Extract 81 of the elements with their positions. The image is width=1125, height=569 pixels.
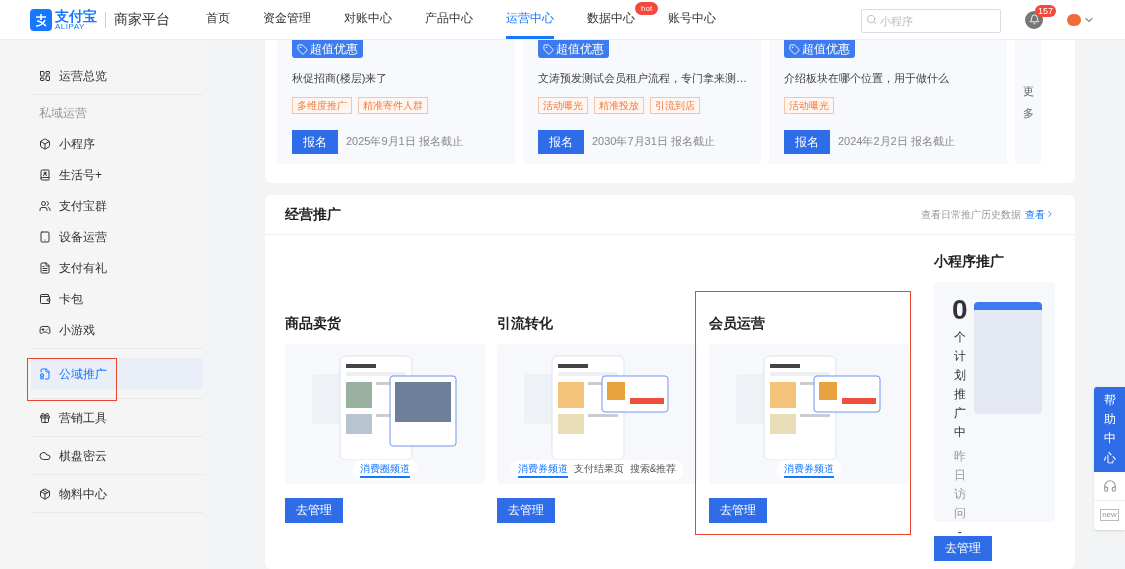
visits-label: 昨日访问	[953, 447, 966, 523]
nav-tab[interactable]: 产品中心	[425, 0, 473, 39]
sidebar-item[interactable]: 小程序	[31, 128, 203, 159]
nav-tab[interactable]: 资金管理	[263, 0, 311, 39]
sidebar-item[interactable]: 物料中心	[31, 478, 203, 509]
menu-icon	[39, 367, 51, 380]
hot-badge: hot	[635, 2, 659, 15]
more-link: 更多	[1022, 83, 1034, 121]
menu-icon	[39, 411, 51, 424]
column-title: 会员运营	[709, 313, 766, 333]
alipay-logo-icon	[30, 8, 52, 31]
deadline-text: 2025年9月1日 报名截止	[346, 134, 463, 150]
discount-badge: 超值优惠	[784, 40, 855, 58]
nav-tab[interactable]: 对账中心	[344, 0, 392, 39]
notification-count: 157	[1035, 4, 1057, 17]
nav-tab[interactable]: 数据中心	[587, 0, 635, 39]
avatar-icon[interactable]	[1067, 13, 1081, 26]
history-text: 查看日常推广历史数据	[921, 207, 1021, 222]
column-title: 引流转化	[497, 313, 554, 333]
signup-button[interactable]: 报名	[292, 129, 338, 154]
sidebar-item[interactable]: 生活号+	[31, 159, 203, 190]
sidebar-item[interactable]: 营销工具	[31, 402, 203, 433]
manage-button[interactable]: 去管理	[709, 497, 767, 523]
menu-icon	[39, 230, 51, 243]
deadline-text: 2030年7月31日 报名截止	[592, 134, 715, 150]
search-field[interactable]: 小程序	[861, 8, 1001, 33]
more-card[interactable]: 更多	[1015, 40, 1041, 164]
deadline-text: 2024年2月2日 报名截止	[838, 134, 955, 150]
view-link[interactable]: 查看	[1025, 206, 1055, 222]
menu-icon	[39, 261, 51, 274]
campaign-title: 介绍板块在哪个位置，用于做什么	[784, 71, 950, 86]
menu-icon	[39, 292, 51, 305]
manage-button[interactable]: 去管理	[285, 497, 343, 523]
search-icon	[866, 13, 877, 25]
signup-button[interactable]: 报名	[784, 129, 830, 154]
channel-tab[interactable]: 消费券频道	[517, 461, 568, 478]
section-title: 经营推广	[285, 204, 341, 224]
platform-title: 商家平台	[114, 10, 170, 29]
campaign-tag: 精准投放	[594, 96, 644, 114]
sidebar-section-title: 私域运营	[38, 105, 88, 122]
plan-count: 0	[952, 295, 968, 324]
campaign-tag: 活动曝光	[538, 96, 588, 114]
help-center-label: 帮助中心	[1103, 392, 1116, 467]
channel-tab[interactable]: 支付结果页	[573, 461, 624, 478]
campaign-title: 文涛预发测试会员租户流程，专门拿来测…	[538, 71, 746, 86]
menu-icon	[39, 487, 51, 500]
sidebar-item[interactable]: 设备运营	[31, 221, 203, 252]
menu-icon	[39, 137, 51, 150]
channel-tab[interactable]: 搜索&推荐	[629, 461, 677, 478]
manage-button[interactable]: 去管理	[497, 497, 555, 523]
discount-badge: 超值优惠	[538, 40, 609, 58]
nav-tab[interactable]: 首页	[206, 0, 230, 39]
sidebar-item[interactable]: 支付宝群	[31, 190, 203, 221]
menu-icon	[39, 69, 51, 82]
discount-badge: 超值优惠	[292, 40, 363, 58]
column-title: 商品卖货	[285, 313, 342, 333]
menu-icon	[39, 449, 51, 462]
chevron-right-icon	[1045, 209, 1055, 219]
campaign-tag: 引流到店	[650, 96, 700, 114]
menu-icon	[39, 323, 51, 336]
nav-tab[interactable]: 账号中心	[668, 0, 716, 39]
sidebar-item[interactable]: 支付有礼	[31, 252, 203, 283]
sidebar-item[interactable]: 棋盘密云	[31, 440, 203, 471]
sidebar-item[interactable]: 卡包	[31, 283, 203, 314]
help-center-button[interactable]: 帮助中心	[1094, 387, 1125, 472]
plan-label: 个计划推广中	[953, 328, 966, 442]
campaign-tag: 多维度推广	[292, 96, 352, 114]
logo-subtitle: ALIPAY	[55, 22, 85, 31]
menu-icon	[39, 168, 51, 181]
logo-name: 支付宝	[55, 8, 97, 23]
headset-icon[interactable]	[1102, 478, 1117, 493]
campaign-tag: 精准寄件人群	[358, 96, 428, 114]
manage-button[interactable]: 去管理	[934, 535, 992, 561]
sidebar-item[interactable]: 公域推广	[31, 358, 203, 389]
column-title: 小程序推广	[934, 251, 1005, 271]
sidebar-item[interactable]: 运营总览	[31, 60, 203, 91]
menu-icon	[39, 199, 51, 212]
sidebar-item[interactable]: 小游戏	[31, 314, 203, 345]
campaign-tag: 活动曝光	[784, 96, 834, 114]
campaign-title: 秋促招商(楼层)来了	[292, 71, 389, 86]
signup-button[interactable]: 报名	[538, 129, 584, 154]
